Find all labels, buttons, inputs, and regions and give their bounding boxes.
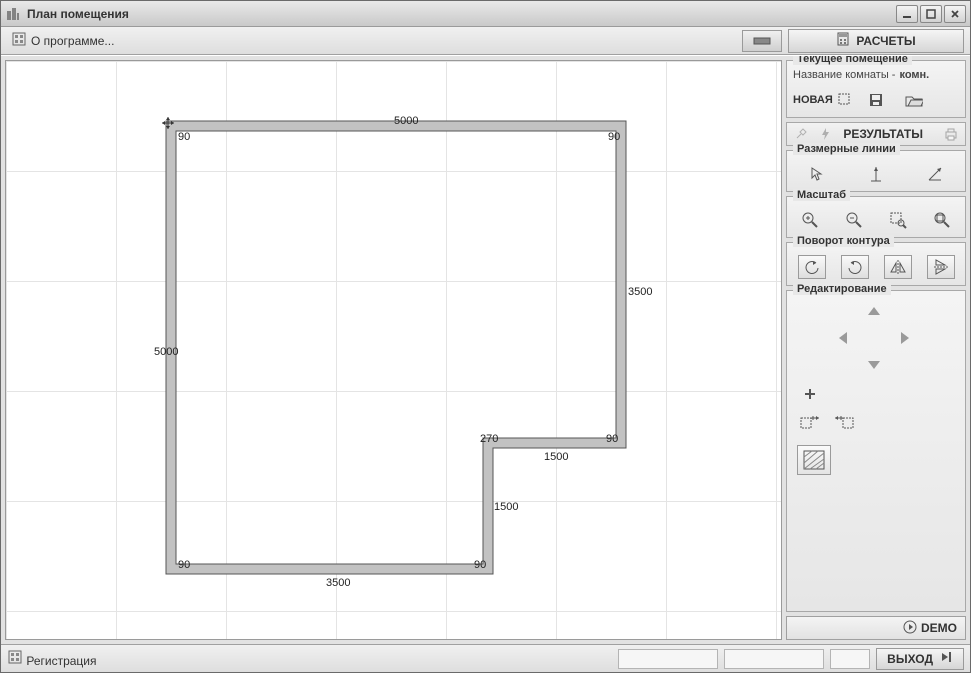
dimension-lines-legend: Размерные линии: [793, 143, 900, 155]
dim-right: 3500: [628, 286, 652, 298]
open-room-button[interactable]: [901, 89, 927, 111]
dim-bl-angle: 90: [178, 559, 190, 571]
edit-legend: Редактирование: [793, 283, 891, 295]
status-field-2: [724, 649, 824, 669]
bolt-icon[interactable]: [818, 123, 833, 145]
new-room-label: НОВАЯ: [793, 94, 833, 106]
dim-diagonal-icon[interactable]: [922, 163, 948, 185]
scale-legend: Масштаб: [793, 189, 850, 201]
rotate-group: Поворот контура: [786, 242, 966, 286]
save-room-button[interactable]: [863, 89, 889, 111]
new-room-icon: [837, 92, 851, 109]
zoom-fit-icon[interactable]: [929, 209, 955, 231]
dim-b-angle: 90: [474, 559, 486, 571]
register-button[interactable]: Регистрация: [7, 649, 97, 668]
status-field-1: [618, 649, 718, 669]
zoom-out-icon[interactable]: [841, 209, 867, 231]
join-contour-button[interactable]: [831, 413, 857, 435]
exit-icon: [939, 650, 953, 667]
results-label[interactable]: РЕЗУЛЬТАТЫ: [843, 127, 923, 141]
mirror-h-button[interactable]: [884, 255, 912, 279]
rotate-legend: Поворот контура: [793, 235, 894, 247]
dim-step-h: 1500: [494, 501, 518, 513]
dim-vertical-icon[interactable]: [863, 163, 889, 185]
register-label: Регистрация: [26, 654, 96, 668]
play-icon: [903, 620, 917, 637]
add-point-button[interactable]: [797, 383, 823, 405]
dim-top: 5000: [394, 115, 418, 127]
demo-label: DEMO: [921, 621, 957, 635]
pin-icon[interactable]: [793, 123, 808, 145]
edit-group: Редактирование: [786, 290, 966, 612]
room-name-label: Название комнаты -: [793, 69, 895, 81]
dim-left: 5000: [154, 346, 178, 358]
about-button[interactable]: О программе...: [7, 29, 118, 52]
calculations-label: РАСЧЕТЫ: [856, 34, 915, 48]
nudge-down-button[interactable]: [861, 353, 887, 375]
dim-tl-angle: 90: [178, 131, 190, 143]
minimize-button[interactable]: [896, 5, 918, 23]
calculator-icon: [836, 32, 850, 49]
current-room-group: Текущее помещение Название комнаты - ком…: [786, 60, 966, 118]
scale-group: Масштаб: [786, 196, 966, 238]
break-contour-button[interactable]: [797, 413, 823, 435]
exit-button[interactable]: ВЫХОД: [876, 648, 964, 670]
rotate-cw-button[interactable]: [841, 255, 869, 279]
calculations-button[interactable]: РАСЧЕТЫ: [788, 29, 964, 53]
nudge-left-button[interactable]: [831, 327, 857, 349]
dim-mr-angle: 90: [606, 433, 618, 445]
zoom-in-icon[interactable]: [797, 209, 823, 231]
dimension-lines-group: Размерные линии: [786, 150, 966, 192]
new-room-button[interactable]: НОВАЯ: [793, 92, 851, 109]
demo-button[interactable]: DEMO: [786, 616, 966, 640]
mode-toggle[interactable]: [742, 30, 782, 52]
print-icon[interactable]: [943, 123, 959, 145]
maximize-button[interactable]: [920, 5, 942, 23]
current-room-legend: Текущее помещение: [793, 55, 912, 65]
dim-notch-w: 270: [480, 433, 498, 445]
nudge-right-button[interactable]: [891, 327, 917, 349]
dim-step-w: 1500: [544, 451, 568, 463]
dim-cursor-icon[interactable]: [804, 163, 830, 185]
about-icon: [11, 31, 27, 50]
exit-label: ВЫХОД: [887, 652, 933, 666]
status-field-3: [830, 649, 870, 669]
close-button[interactable]: [944, 5, 966, 23]
dim-tr-angle: 90: [608, 131, 620, 143]
window-title: План помещения: [27, 7, 129, 21]
about-label: О программе...: [31, 34, 114, 48]
app-icon: [5, 6, 21, 22]
register-icon: [7, 654, 23, 668]
plan-canvas[interactable]: 5000 90 90 5000 3500 90 270 1500 1500 90…: [5, 60, 782, 640]
dim-bottom: 3500: [326, 577, 350, 589]
zoom-window-icon[interactable]: [885, 209, 911, 231]
hatch-button[interactable]: [797, 445, 831, 475]
room-name-value: комн.: [899, 69, 929, 81]
mirror-v-button[interactable]: [927, 255, 955, 279]
nudge-up-button[interactable]: [861, 301, 887, 323]
rotate-ccw-button[interactable]: [798, 255, 826, 279]
